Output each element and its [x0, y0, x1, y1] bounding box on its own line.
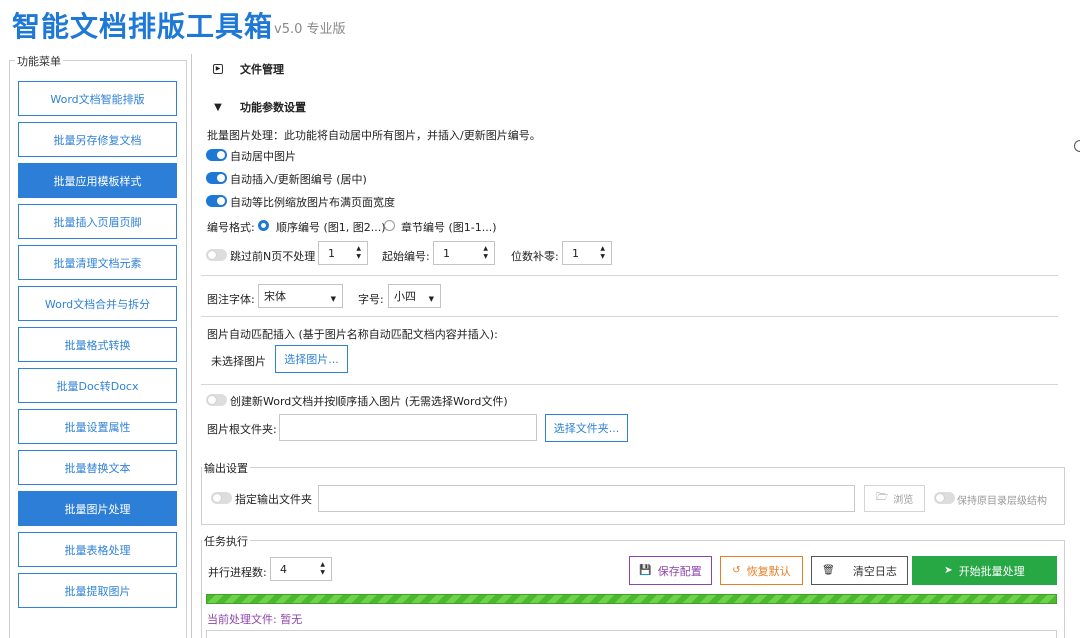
scale-images-toggle[interactable] [206, 195, 227, 207]
sidebar-item-replace-text[interactable]: 批量替换文本 [18, 450, 177, 485]
select-images-button[interactable]: 选择图片... [275, 345, 348, 373]
font-size-label: 字号: [358, 293, 384, 306]
divider [201, 316, 1058, 317]
output-settings-legend: 输出设置 [202, 460, 250, 476]
skip-pages-label: 跳过前N页不处理 [230, 250, 316, 263]
app-version: v5.0 专业版 [274, 22, 346, 37]
clear-log-label: 清空日志 [852, 564, 897, 578]
select-folder-button[interactable]: 选择文件夹... [545, 414, 628, 442]
sidebar-legend: 功能菜单 [15, 53, 63, 69]
app-title: 智能文档排版工具箱 [12, 10, 274, 43]
create-doc-label: 创建新Word文档并按顺序插入图片 (无需选择Word文件) [230, 395, 508, 408]
threads-label: 并行进程数: [208, 566, 267, 579]
root-folder-label: 图片根文件夹: [207, 423, 277, 436]
zero-padding-value: 1 [572, 246, 579, 260]
output-folder-input[interactable] [318, 485, 855, 512]
current-file-status: 当前处理文件: 暂无 [207, 613, 303, 626]
log-output[interactable] [206, 630, 1057, 638]
output-folder-label: 指定输出文件夹 [235, 493, 312, 506]
spinner-arrows-icon[interactable]: ▲ ▼ [600, 245, 605, 261]
auto-match-label: 图片自动匹配插入 (基于图片名称自动匹配文档内容并插入): [207, 328, 498, 341]
create-doc-toggle[interactable] [206, 394, 227, 406]
threads-value: 4 [280, 562, 287, 576]
task-execution-group [201, 540, 1065, 638]
threads-spinner[interactable]: 4 ▲ ▼ [270, 557, 332, 581]
reset-icon: ↺ [732, 565, 741, 576]
insert-numbering-label: 自动插入/更新图编号 (居中) [230, 173, 367, 186]
center-images-toggle[interactable] [206, 149, 227, 161]
start-batch-label: 开始批量处理 [958, 564, 1025, 578]
keep-structure-toggle[interactable] [934, 492, 955, 504]
font-size-select[interactable]: 小四 ▼ [388, 284, 441, 308]
sidebar-item-extract-images[interactable]: 批量提取图片 [18, 573, 177, 608]
keep-structure-label: 保持原目录层级结构 [957, 496, 1047, 507]
sidebar-item-set-properties[interactable]: 批量设置属性 [18, 409, 177, 444]
scale-images-label: 自动等比例缩放图片布满页面宽度 [230, 196, 395, 209]
sequential-numbering-radio[interactable] [258, 220, 269, 231]
start-number-spinner[interactable]: 1 ▲ ▼ [433, 241, 495, 265]
save-config-button[interactable]: 💾 保存配置 [629, 556, 712, 585]
sidebar-item-resave-repair[interactable]: 批量另存修复文档 [18, 122, 177, 157]
folder-icon: 🗁 [875, 492, 889, 503]
chapter-numbering-label: 章节编号 (图1-1...) [401, 221, 497, 234]
font-size-value: 小四 [394, 290, 416, 303]
sidebar-item-apply-template[interactable]: 批量应用模板样式 [18, 163, 177, 198]
insert-numbering-toggle[interactable] [206, 172, 227, 184]
function-description: 批量图片处理：此功能将自动居中所有图片，并插入/更新图片编号。 [207, 129, 541, 142]
progress-bar [206, 594, 1057, 604]
sidebar-item-header-footer[interactable]: 批量插入页眉页脚 [18, 204, 177, 239]
output-folder-toggle[interactable] [211, 492, 232, 504]
sidebar-item-table-process[interactable]: 批量表格处理 [18, 532, 177, 567]
edge-handle-icon [1074, 140, 1080, 152]
file-section-header[interactable]: ▶ 文件管理 [211, 61, 284, 77]
task-execution-legend: 任务执行 [202, 533, 250, 549]
panel-divider [191, 54, 192, 638]
sidebar-item-clean-elements[interactable]: 批量清理文档元素 [18, 245, 177, 280]
start-batch-button[interactable]: ➤ 开始批量处理 [912, 556, 1057, 585]
caption-font-label: 图注字体: [207, 293, 255, 306]
save-icon: 💾 [639, 565, 652, 576]
sidebar-item-format-convert[interactable]: 批量格式转换 [18, 327, 177, 362]
reset-default-label: 恢复默认 [746, 564, 791, 578]
skip-pages-spinner[interactable]: 1 ▲ ▼ [318, 241, 368, 265]
spinner-arrows-icon[interactable]: ▲ ▼ [356, 245, 361, 261]
param-section-header[interactable]: ▼ 功能参数设置 [211, 99, 306, 115]
browse-button[interactable]: 🗁 浏览 [864, 485, 925, 512]
caption-font-select[interactable]: 宋体 ▼ [258, 284, 343, 308]
trash-icon: 🗑 [822, 565, 835, 576]
root-folder-input[interactable] [279, 414, 537, 441]
sidebar-item-image-process[interactable]: 批量图片处理 [18, 491, 177, 526]
zero-padding-spinner[interactable]: 1 ▲ ▼ [562, 241, 612, 265]
clear-log-button[interactable]: 🗑 清空日志 [811, 556, 908, 585]
zero-padding-label: 位数补零: [511, 250, 559, 263]
center-images-label: 自动居中图片 [230, 150, 296, 163]
browse-label: 浏览 [893, 495, 914, 506]
start-number-label: 起始编号: [382, 250, 430, 263]
reset-default-button[interactable]: ↺ 恢复默认 [720, 556, 803, 585]
dropdown-caret-icon: ▼ [330, 295, 336, 303]
chapter-numbering-radio[interactable] [384, 220, 395, 231]
caption-font-value: 宋体 [264, 290, 286, 303]
dropdown-caret-icon: ▼ [428, 295, 434, 303]
no-image-selected-text: 未选择图片 [211, 355, 266, 368]
start-number-value: 1 [443, 246, 450, 260]
skip-pages-toggle[interactable] [206, 249, 227, 261]
param-section-title: 功能参数设置 [240, 101, 306, 114]
divider [201, 275, 1058, 276]
rocket-icon: ➤ [944, 565, 953, 576]
skip-pages-value: 1 [328, 246, 335, 260]
collapse-icon: ▼ [214, 101, 222, 113]
file-section-title: 文件管理 [240, 63, 284, 76]
divider [201, 384, 1058, 385]
spinner-arrows-icon[interactable]: ▲ ▼ [483, 245, 488, 261]
save-config-label: 保存配置 [657, 564, 702, 578]
sequential-numbering-label: 顺序编号 (图1, 图2...) [276, 221, 386, 234]
sidebar-item-word-format[interactable]: Word文档智能排版 [18, 81, 177, 116]
spinner-arrows-icon[interactable]: ▲ ▼ [320, 561, 325, 577]
sidebar-item-merge-split[interactable]: Word文档合并与拆分 [18, 286, 177, 321]
numbering-format-label: 编号格式: [207, 221, 255, 234]
sidebar-item-doc-to-docx[interactable]: 批量Doc转Docx [18, 368, 177, 403]
expand-icon: ▶ [211, 64, 225, 74]
